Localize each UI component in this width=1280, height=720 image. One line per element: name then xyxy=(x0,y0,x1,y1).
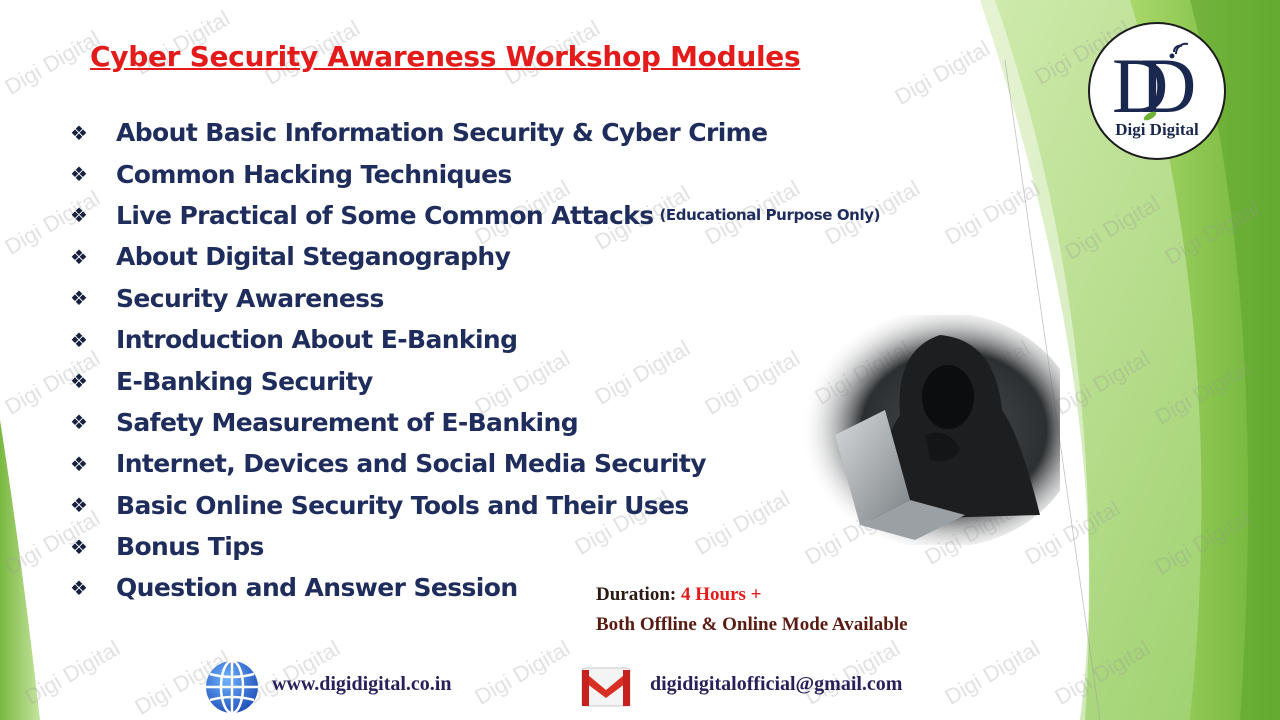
module-title: Security Awareness xyxy=(116,283,384,313)
logo-text: Digi Digital xyxy=(1115,120,1199,139)
email-link[interactable]: digidigitalofficial@gmail.com xyxy=(650,673,902,696)
list-item: ❖ Bonus Tips xyxy=(70,526,880,567)
hacker-illustration xyxy=(800,315,1060,545)
module-title: About Basic Information Security & Cyber… xyxy=(116,118,768,148)
duration-line: Duration: 4 Hours + xyxy=(596,580,908,610)
diamond-bullet-icon: ❖ xyxy=(70,286,88,311)
duration-value: 4 Hours + xyxy=(680,584,762,605)
diamond-bullet-icon: ❖ xyxy=(70,534,88,559)
duration-label: Duration: xyxy=(596,584,677,605)
diamond-bullet-icon: ❖ xyxy=(70,120,88,145)
diamond-bullet-icon: ❖ xyxy=(70,451,88,476)
list-item: ❖ Safety Measurement of E-Banking xyxy=(70,402,880,443)
diamond-bullet-icon: ❖ xyxy=(70,369,88,394)
list-item: ❖ About Digital Steganography xyxy=(70,236,880,277)
module-title: Internet, Devices and Social Media Secur… xyxy=(116,449,707,479)
list-item: ❖ Security Awareness xyxy=(70,278,880,319)
diamond-bullet-icon: ❖ xyxy=(70,575,88,600)
module-title: Bonus Tips xyxy=(116,532,264,562)
list-item: ❖ Internet, Devices and Social Media Secu… xyxy=(70,443,880,484)
list-item: ❖ Introduction About E-Banking xyxy=(70,319,880,360)
globe-icon xyxy=(206,659,258,715)
mode-availability: Both Offline & Online Mode Available xyxy=(596,614,908,635)
diamond-bullet-icon: ❖ xyxy=(70,203,88,228)
module-title: E-Banking Security xyxy=(116,366,373,396)
slide: Digi Digital Digi Digital Digi Digital D… xyxy=(0,0,1280,720)
list-item: ❖ E-Banking Security xyxy=(70,360,880,401)
diamond-bullet-icon: ❖ xyxy=(70,244,88,269)
module-title: Introduction About E-Banking xyxy=(116,325,518,355)
module-title: About Digital Steganography xyxy=(116,242,511,272)
module-note: (Educational Purpose Only) xyxy=(659,206,881,225)
diamond-bullet-icon: ❖ xyxy=(70,327,88,352)
digi-digital-logo: D D Digi Digital xyxy=(1088,22,1226,160)
diamond-bullet-icon: ❖ xyxy=(70,410,88,435)
duration-info: Duration: 4 Hours + Both Offline & Onlin… xyxy=(596,580,908,640)
module-title: Safety Measurement of E-Banking xyxy=(116,407,579,437)
module-title: Live Practical of Some Common Attacks xyxy=(116,200,654,230)
module-list: ❖ About Basic Information Security & Cybe… xyxy=(70,112,880,609)
diamond-bullet-icon: ❖ xyxy=(70,162,88,187)
list-item: ❖ About Basic Information Security & Cybe… xyxy=(70,112,880,153)
module-title: Question and Answer Session xyxy=(116,573,518,603)
module-title: Common Hacking Techniques xyxy=(116,159,512,189)
list-item: ❖ Common Hacking Techniques xyxy=(70,153,880,194)
website-link[interactable]: www.digidigital.co.in xyxy=(272,673,451,696)
diamond-bullet-icon: ❖ xyxy=(70,493,88,518)
list-item: ❖ Live Practical of Some Common Attacks (E… xyxy=(70,195,880,236)
module-title: Basic Online Security Tools and Their Us… xyxy=(116,490,689,520)
gmail-icon xyxy=(581,667,631,707)
page-title: Cyber Security Awareness Workshop Module… xyxy=(90,40,801,73)
list-item: ❖ Basic Online Security Tools and Their U… xyxy=(70,485,880,526)
